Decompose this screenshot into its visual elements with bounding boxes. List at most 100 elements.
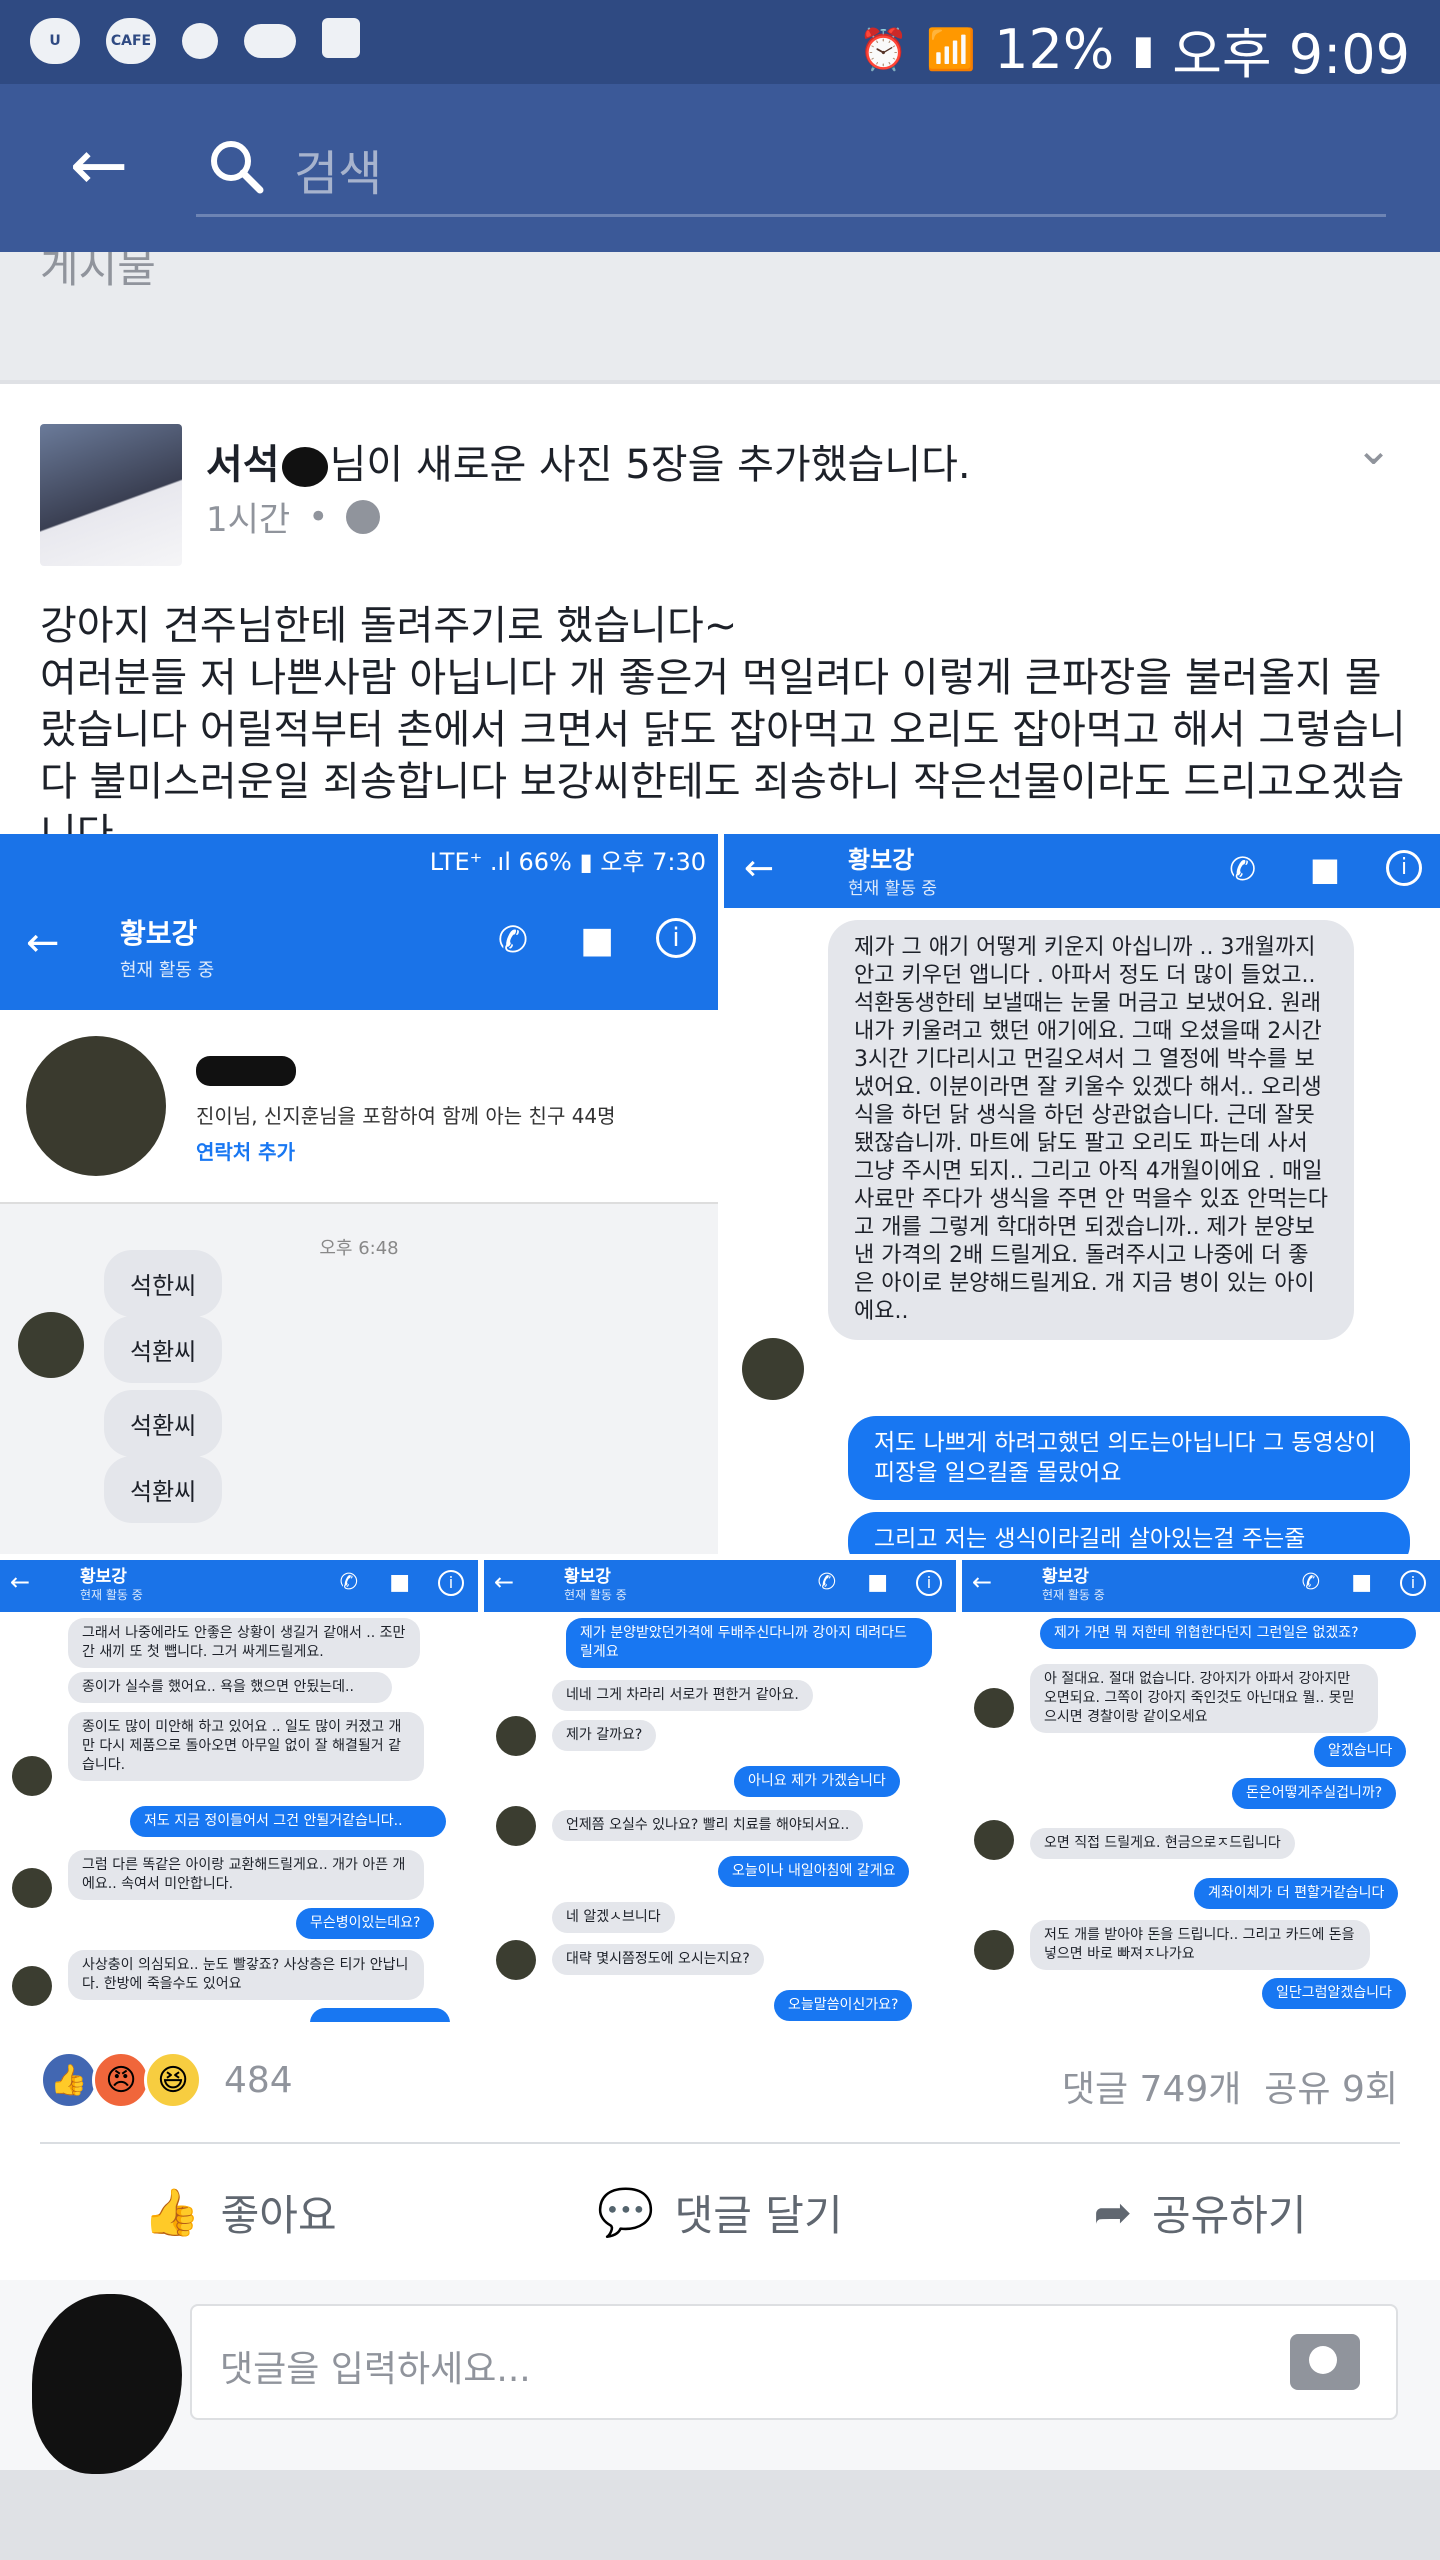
- redacted-name: [196, 1056, 296, 1086]
- share-count[interactable]: 공유 9회: [1264, 2069, 1398, 2110]
- message-bubble-sent: 제가 분양받았던가격에 두배주신다니까 강아지 데려다드릴게요: [566, 1618, 932, 1668]
- photo-2[interactable]: ← 황보강 현재 활동 중 ✆ ■ i 제가 그 애기 어떻게 키운지 아십니까…: [724, 834, 1440, 1554]
- previous-section: 게시물: [0, 252, 1440, 380]
- message-bubble-sent: [310, 2008, 450, 2022]
- video-icon: ■: [867, 1570, 888, 1595]
- sender-avatar: [974, 1688, 1014, 1728]
- camera-icon[interactable]: [1290, 2334, 1360, 2390]
- contact-name: 황보강: [120, 917, 198, 950]
- contact-status: 현재 활동 중: [564, 1588, 627, 1602]
- sender-avatar: [742, 1338, 804, 1400]
- message-bubble-sent: 제가 가면 뭐 저한테 위협한다던지 그런일은 없겠죠?: [1040, 1618, 1416, 1649]
- circle-icon: [182, 23, 218, 59]
- chat-time: 오후 6:48: [319, 1238, 399, 1259]
- redaction-mark: [281, 447, 328, 487]
- battery-icon: ▮: [1132, 26, 1155, 73]
- photo-4[interactable]: ← 황보강 현재 활동 중 ✆ ■ i 제가 분양받았던가격에 두배주신다니까 …: [484, 1560, 956, 2022]
- status-right: ⏰ 📶 12% ▮ 오후 9:09: [859, 10, 1410, 89]
- message-bubble: 사상충이 의심되요.. 눈도 빨갛죠? 사상층은 티가 안납니다. 한방에 죽을…: [68, 1950, 424, 2000]
- author-name[interactable]: 서석: [206, 442, 280, 488]
- info-icon: i: [656, 918, 696, 958]
- cloud-icon: [244, 24, 296, 58]
- comment-composer: 댓글을 입력하세요...: [0, 2280, 1440, 2474]
- message-bubble-sent: 무슨병이있는데요?: [296, 1908, 435, 1939]
- photo-3[interactable]: ← 황보강 현재 활동 중 ✆ ■ i 그래서 나중에라도 안좋은 상황이 생길…: [0, 1560, 478, 2022]
- video-icon: ■: [579, 920, 614, 961]
- sender-avatar: [974, 1820, 1014, 1860]
- message-bubble: 언제쯤 오실수 있나요? 빨리 치료를 해야되서요..: [552, 1810, 864, 1841]
- share-button[interactable]: ➦ 공유하기: [960, 2144, 1440, 2280]
- messenger-header: ← 황보강 현재 활동 중 ✆ ■ i: [962, 1560, 1440, 1612]
- status-bar: U CAFE ⏰ 📶 12% ▮ 오후 9:09: [0, 0, 1440, 86]
- share-label: 공유하기: [1151, 2190, 1307, 2240]
- search-input[interactable]: 검색: [294, 134, 382, 204]
- sender-avatar: [18, 1312, 84, 1378]
- call-icon: ✆: [1301, 1570, 1320, 1595]
- alarm-icon: ⏰: [858, 27, 909, 73]
- post-actions: 👍 좋아요 💬 댓글 달기 ➦ 공유하기: [0, 2144, 1440, 2280]
- message-bubble-sent: 아니요 제가 가겠습니다: [734, 1766, 900, 1797]
- engagement-counts[interactable]: 댓글 749개 공유 9회: [1062, 2060, 1398, 2112]
- sender-avatar: [12, 1966, 52, 2006]
- message-bubble: 종이도 많이 미안해 하고 있어요 .. 일도 많이 커졌고 개만 다시 제품으…: [68, 1712, 424, 1781]
- messenger-header: ← 황보강 현재 활동 중 ✆ ■ i: [724, 834, 1440, 908]
- info-icon: i: [1400, 1570, 1426, 1596]
- post-meta: 1시간 •: [206, 492, 381, 541]
- call-icon: ✆: [817, 1570, 836, 1595]
- contact-name: 황보강: [1042, 1567, 1089, 1587]
- call-icon: ✆: [497, 920, 528, 961]
- u-plus-icon: U: [30, 18, 80, 64]
- photo-back-icon: ←: [26, 920, 60, 966]
- message-bubble-sent: 그리고 저는 생식이라길래 살아있는걸 주는줄: [848, 1512, 1410, 1554]
- share-arrow-icon: ➦: [1093, 2185, 1132, 2239]
- photo-back-icon: ←: [10, 1568, 31, 1596]
- globe-icon: [346, 499, 381, 534]
- sender-avatar: [974, 1930, 1014, 1970]
- comment-input[interactable]: 댓글을 입력하세요...: [190, 2304, 1398, 2420]
- contact-name: 황보강: [564, 1567, 611, 1587]
- message-bubble-sent: 오늘말씀이신가요?: [774, 1990, 913, 2021]
- reaction-count: 484: [224, 2059, 293, 2101]
- call-icon: ✆: [1229, 850, 1256, 888]
- search-underline: [196, 214, 1386, 217]
- info-icon: i: [916, 1570, 942, 1596]
- message-bubble: 석환씨: [104, 1390, 223, 1457]
- reactions-summary[interactable]: 👍 😠 😆 484: [40, 2048, 293, 2112]
- chevron-down-icon[interactable]: ⌄: [1355, 424, 1392, 475]
- message-bubble: 제가 그 애기 어떻게 키운지 아십니까 .. 3개월까지 안고 키우던 앱니다…: [828, 920, 1354, 1340]
- comment-button[interactable]: 💬 댓글 달기: [480, 2144, 960, 2280]
- video-icon: ■: [1309, 850, 1340, 888]
- notification-icons: U CAFE: [30, 18, 360, 64]
- messenger-header: ← 황보강 현재 활동 중 ✆ ■ i: [484, 1560, 956, 1612]
- back-arrow-icon[interactable]: ←: [56, 122, 142, 208]
- app-bar: ← 검색: [0, 84, 1440, 252]
- message-bubble: 그럼 다른 똑같은 아이랑 교환해드릴게요.. 개가 아픈 개 에요.. 속여서…: [68, 1850, 424, 1900]
- meta-dot: •: [308, 496, 329, 537]
- photo-status-bar: LTE⁺ .ıl 66% ▮ 오후 7:30: [0, 834, 718, 880]
- message-bubble-sent: 알겠습니다: [1314, 1736, 1407, 1767]
- messenger-header: ← 황보강 현재 활동 중 ✆ ■ i: [0, 880, 718, 1010]
- like-label: 좋아요: [220, 2190, 337, 2240]
- like-button[interactable]: 👍 좋아요: [0, 2144, 480, 2280]
- photo-1[interactable]: LTE⁺ .ıl 66% ▮ 오후 7:30 ← 황보강 현재 활동 중 ✆ ■…: [0, 834, 718, 1554]
- search-icon[interactable]: [206, 136, 266, 196]
- comment-count[interactable]: 댓글 749개: [1062, 2069, 1242, 2110]
- photo-5[interactable]: ← 황보강 현재 활동 중 ✆ ■ i 제가 가면 뭐 저한테 위협한다던지 그…: [962, 1560, 1440, 2022]
- post-time[interactable]: 1시간: [206, 492, 290, 541]
- author-avatar[interactable]: [40, 424, 182, 566]
- info-icon: i: [1386, 850, 1422, 886]
- message-bubble: 석환씨: [104, 1456, 223, 1523]
- profile-photo: [26, 1036, 166, 1176]
- message-bubble: 저도 개를 받아야 돈을 드립니다.. 그리고 카드에 돈을 넣으면 바로 빠져…: [1030, 1920, 1370, 1970]
- comment-icon: 💬: [597, 2184, 655, 2239]
- battery-level: 12%: [994, 18, 1115, 81]
- angry-reaction-icon: 😠: [92, 2051, 150, 2109]
- photo-back-icon: ←: [494, 1568, 515, 1596]
- message-bubble-sent: 일단그럼알겠습니다: [1262, 1978, 1406, 2009]
- message-bubble: 석한씨: [104, 1250, 223, 1317]
- post-action: 님이 새로운 사진 5장을 추가했습니다.: [329, 442, 971, 488]
- contact-status: 현재 활동 중: [848, 879, 938, 899]
- message-bubble: 오면 직접 드릴게요. 현금으로ㅈ드립니다: [1030, 1828, 1295, 1859]
- photo-back-icon: ←: [972, 1568, 993, 1596]
- like-reaction-icon: 👍: [40, 2051, 98, 2109]
